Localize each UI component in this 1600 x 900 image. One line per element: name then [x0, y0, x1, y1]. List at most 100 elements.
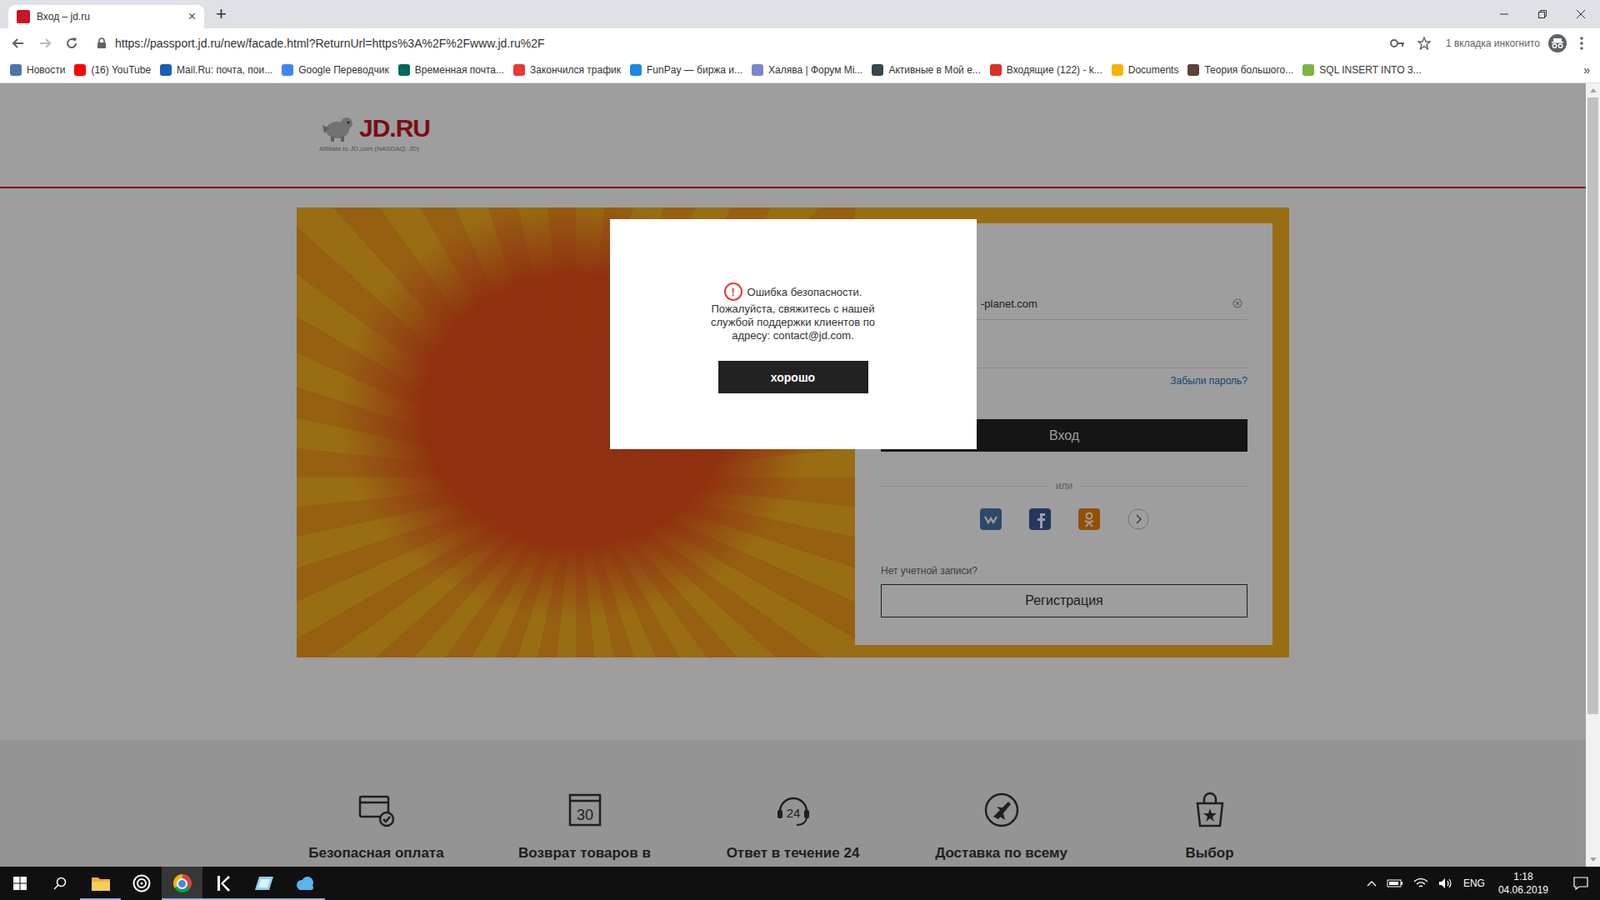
taskbar-app[interactable] [202, 866, 244, 900]
lock-icon [96, 37, 107, 50]
windows-logo-icon [13, 876, 27, 890]
jd-favicon-icon [16, 10, 30, 24]
window-controls [1485, 0, 1600, 29]
bookmark-favicon-icon [1111, 64, 1124, 76]
bookmark-favicon-icon [513, 64, 525, 76]
notifications-button[interactable] [1561, 866, 1600, 900]
bookmark-item[interactable]: (16) YouTube [74, 64, 151, 76]
ok-button[interactable]: хорошо [718, 360, 869, 394]
new-tab-button[interactable]: + [215, 3, 227, 25]
taskbar: ENG 1:18 04.06.2019 [0, 866, 1600, 900]
bookmark-label: Закончился трафик [530, 64, 621, 76]
scroll-down-icon [1590, 857, 1597, 862]
restore-icon [1537, 9, 1548, 20]
bookmark-label: (16) YouTube [90, 64, 151, 76]
reload-button[interactable] [60, 31, 84, 55]
tab-title: Вход – jd.ru [36, 10, 182, 23]
bookmarks-more-button[interactable]: » [1583, 63, 1590, 77]
url-text: https://passport.jd.ru/new/facade.html?R… [115, 36, 545, 50]
bookmark-item[interactable]: SQL INSERT INTO 3... [1302, 64, 1421, 76]
bookmark-item[interactable]: Закончился трафик [513, 64, 621, 76]
scroll-up-button[interactable] [1585, 83, 1600, 98]
tab-close-button[interactable]: × [188, 9, 196, 25]
system-tray: ENG 1:18 04.06.2019 [1366, 866, 1600, 900]
error-dialog: ! Ошибка безопасности. Пожалуйста, свяжи… [610, 219, 977, 450]
bookmark-item[interactable]: Новости [10, 64, 65, 76]
bookmark-favicon-icon [871, 64, 884, 76]
taskbar-app[interactable] [284, 866, 325, 900]
forward-button[interactable] [33, 31, 57, 55]
error-icon: ! [724, 282, 743, 301]
bookmark-item[interactable]: Mail.Ru: почта, пои... [160, 64, 273, 76]
volume-icon[interactable] [1438, 877, 1454, 890]
clock-date: 04.06.2019 [1498, 883, 1549, 897]
clock-time: 1:18 [1513, 870, 1533, 884]
bookmark-label: SQL INSERT INTO 3... [1319, 64, 1421, 76]
battery-icon[interactable] [1386, 878, 1404, 889]
bookmark-favicon-icon [1302, 64, 1315, 76]
tab-strip: Вход – jd.ru × + [0, 0, 1600, 29]
bookmark-label: Mail.Ru: почта, пои... [176, 64, 273, 76]
bookmark-favicon-icon [990, 64, 1002, 76]
back-button[interactable] [6, 31, 30, 55]
screen: Вход – jd.ru × + https://passport.jd.ru/… [0, 0, 1600, 900]
reload-icon [65, 36, 79, 50]
bookmark-favicon-icon [630, 64, 642, 76]
menu-button[interactable] [1570, 31, 1594, 55]
back-arrow-icon [11, 36, 25, 50]
bookmark-item[interactable]: Documents [1111, 64, 1180, 76]
restore-button[interactable] [1523, 0, 1562, 29]
notes-app-icon [254, 875, 275, 892]
scrollbar[interactable] [1585, 83, 1600, 867]
browser-tab[interactable]: Вход – jd.ru × [8, 5, 205, 29]
scroll-up-icon [1590, 88, 1597, 93]
taskbar-app[interactable] [80, 866, 121, 900]
bookmark-item[interactable]: Google Переводчик [281, 64, 390, 76]
incognito-label: 1 вкладка инкогнито [1445, 37, 1540, 50]
bookmark-label: Google Переводчик [298, 64, 390, 76]
bookmark-item[interactable]: Активные в Мой е... [871, 64, 980, 76]
taskbar-app[interactable] [120, 866, 162, 900]
wifi-icon[interactable] [1413, 877, 1429, 890]
cloud-app-icon [294, 875, 316, 891]
incognito-icon[interactable] [1548, 34, 1567, 53]
bookmark-favicon-icon [398, 64, 410, 76]
password-key-button[interactable] [1385, 31, 1410, 55]
bookmark-label: Временная почта... [415, 64, 505, 76]
dialog-title: Ошибка безопасности. [747, 285, 863, 299]
language-indicator[interactable]: ENG [1463, 877, 1485, 890]
key-icon [1390, 38, 1405, 49]
dialog-message: Пожалуйста, свяжитесь с нашей службой по… [700, 302, 886, 343]
taskbar-app[interactable] [243, 866, 285, 900]
clock[interactable]: 1:18 04.06.2019 [1495, 870, 1552, 897]
bookmark-label: Активные в Мой е... [888, 64, 980, 76]
bookmark-item[interactable]: Халява | Форум Mi... [751, 64, 863, 76]
page-content: JD.RU Affiliate to JD.com (NASDAQ: JD) -… [0, 83, 1600, 867]
show-hidden-icons-chevron-icon[interactable] [1366, 880, 1377, 887]
taskbar-app[interactable] [161, 866, 203, 900]
close-icon [1575, 9, 1586, 20]
notification-icon [1573, 876, 1589, 890]
bookmark-star-button[interactable] [1412, 31, 1436, 55]
bookmark-label: Халява | Форум Mi... [768, 64, 863, 76]
bookmark-item[interactable]: Теория большого... [1187, 64, 1294, 76]
start-button[interactable] [0, 866, 40, 900]
bookmark-label: FunPay — биржа и... [646, 64, 743, 76]
minimize-button[interactable] [1485, 0, 1524, 29]
bookmark-item[interactable]: Входящие (122) - k... [990, 64, 1103, 76]
search-button[interactable] [40, 866, 80, 900]
bookmark-item[interactable]: FunPay — биржа и... [630, 64, 743, 76]
minimize-icon [1499, 9, 1510, 20]
bookmark-item[interactable]: Временная почта... [398, 64, 505, 76]
bookmark-favicon-icon [10, 64, 22, 76]
incognito-glasses-icon [1551, 38, 1564, 49]
bookmarks-bar: Новости (16) YouTube Mail.Ru: почта, пои… [0, 57, 1600, 84]
address-bar[interactable]: https://passport.jd.ru/new/facade.html?R… [96, 31, 1383, 55]
close-window-button[interactable] [1561, 0, 1600, 29]
viewport: JD.RU Affiliate to JD.com (NASDAQ: JD) -… [0, 83, 1586, 867]
toolbar: https://passport.jd.ru/new/facade.html?R… [0, 28, 1600, 58]
scroll-thumb[interactable] [1587, 97, 1599, 715]
scroll-down-button[interactable] [1585, 852, 1600, 867]
modal-backdrop[interactable] [0, 83, 1586, 867]
forward-arrow-icon [38, 36, 52, 50]
